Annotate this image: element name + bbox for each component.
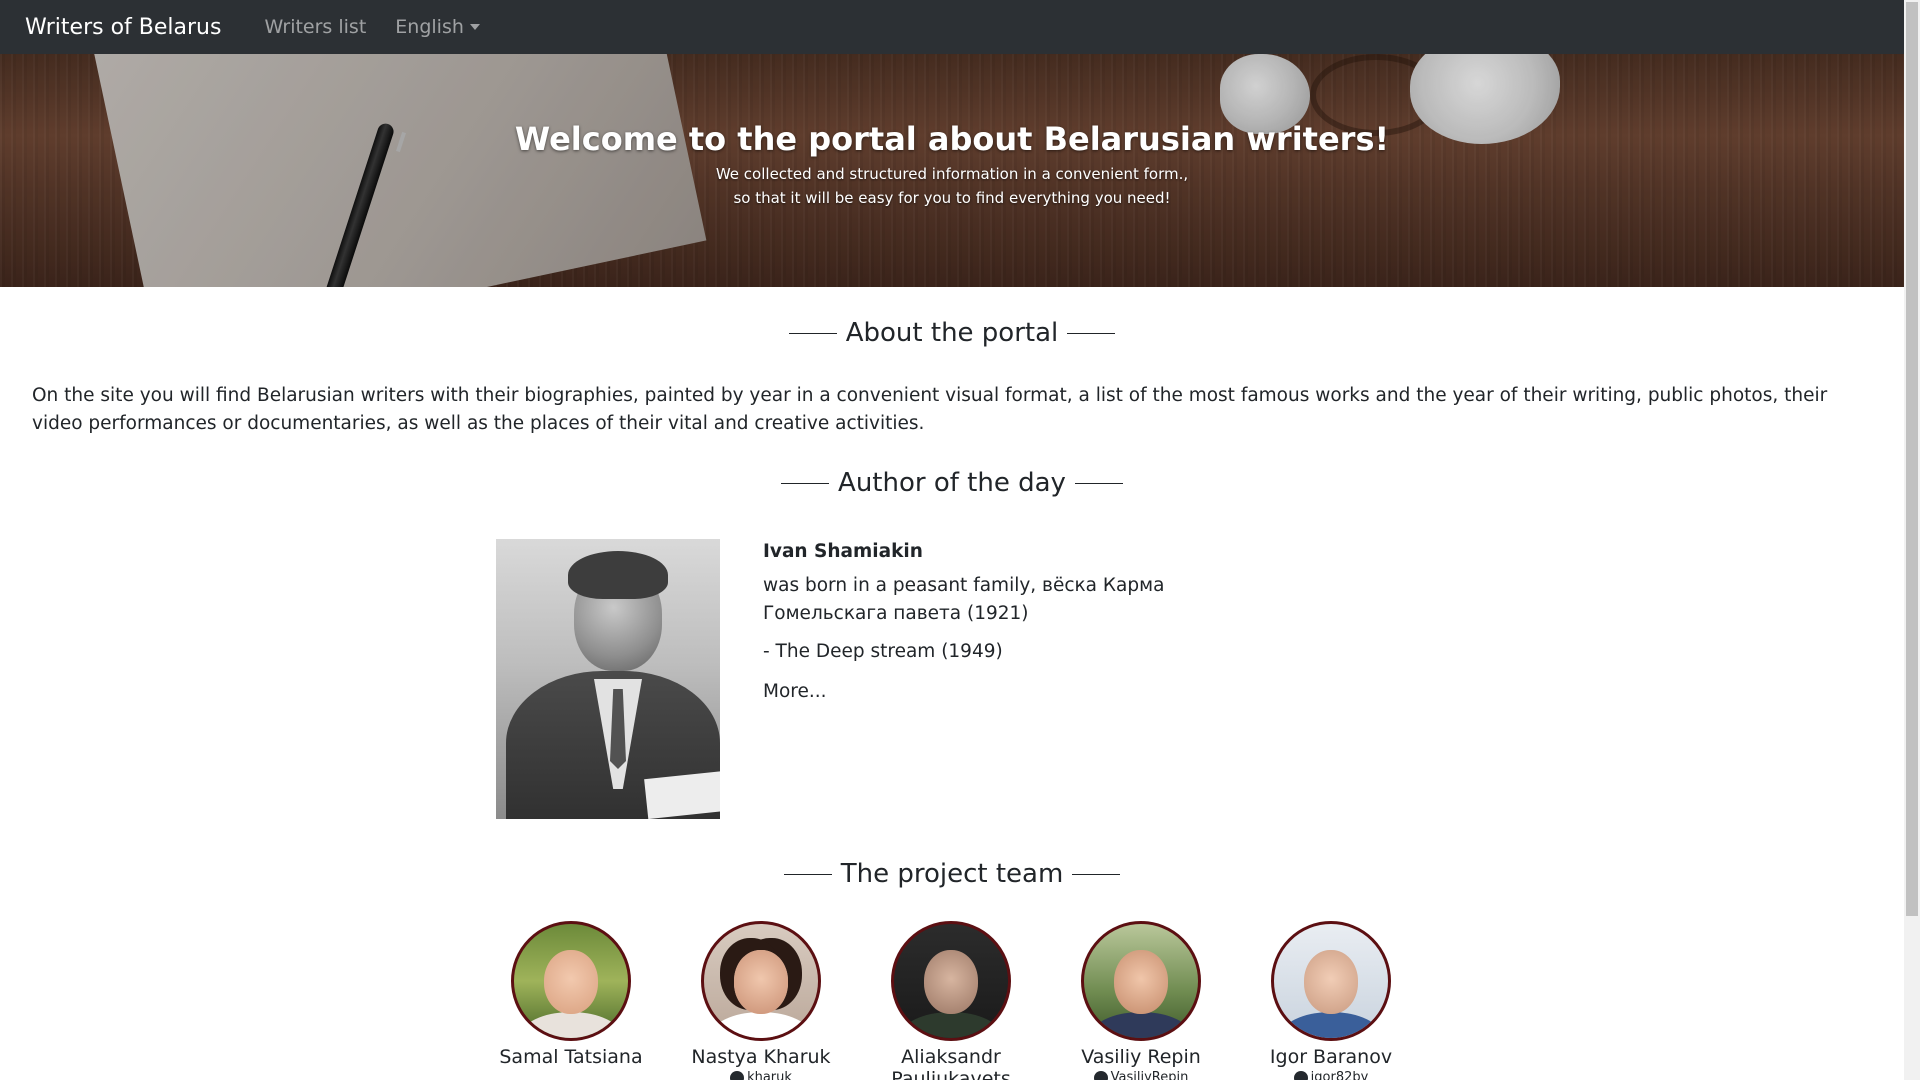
- hero-title: Welcome to the portal about Belarusian w…: [514, 120, 1390, 158]
- team-member: Aliaksandr Pauliukavets: [866, 921, 1036, 1080]
- team-member: Samal Tatsiana: [486, 921, 656, 1068]
- navbar: Writers of Belarus Writers list English: [0, 0, 1904, 54]
- member-name: Aliaksandr Pauliukavets: [891, 1046, 1011, 1080]
- github-username: igor82by: [1310, 1070, 1369, 1080]
- github-username: VasiliyRepin: [1110, 1070, 1189, 1080]
- author-of-day-heading-text: Author of the day: [838, 468, 1066, 498]
- github-icon: [730, 1070, 745, 1080]
- about-heading: About the portal: [0, 318, 1904, 348]
- avatar-face: [734, 950, 788, 1014]
- github-icon: [1093, 1070, 1108, 1080]
- language-dropdown[interactable]: English: [395, 16, 480, 38]
- heading-rule-left: [781, 482, 830, 484]
- hero-subtitle-line1: We collected and structured information …: [715, 165, 1189, 183]
- avatar-face: [1304, 950, 1358, 1014]
- member-name: Vasiliy Repin: [1081, 1046, 1201, 1068]
- team-member: Vasiliy Repin VasiliyRepin: [1056, 921, 1226, 1080]
- scrollbar[interactable]: [1904, 0, 1920, 1080]
- avatar-shoulders: [1280, 1012, 1382, 1038]
- about-text: On the site you will find Belarusian wri…: [32, 385, 1828, 434]
- avatar[interactable]: [1271, 921, 1391, 1041]
- hero-subtitle-line2: so that it will be easy for you to find …: [733, 189, 1171, 207]
- photo-paper: [644, 770, 720, 819]
- avatar[interactable]: [1081, 921, 1201, 1041]
- github-icon: [1293, 1070, 1308, 1080]
- github-link[interactable]: igor82by: [1246, 1070, 1416, 1080]
- photo-hair: [568, 551, 668, 599]
- scrollbar-thumb[interactable]: [1906, 2, 1918, 916]
- team-heading: The project team: [0, 859, 1904, 889]
- author-name: Ivan Shamiakin: [763, 541, 923, 562]
- avatar[interactable]: [891, 921, 1011, 1041]
- avatar-face: [544, 950, 598, 1014]
- team-heading-text: The project team: [840, 859, 1064, 889]
- author-more-link[interactable]: More...: [763, 680, 1183, 704]
- heading-rule-right: [1072, 873, 1121, 875]
- hero-banner: Welcome to the portal about Belarusian w…: [0, 54, 1904, 287]
- nav-writers-list[interactable]: Writers list: [264, 16, 366, 38]
- heading-rule-right: [1067, 332, 1116, 334]
- avatar-shoulders: [1090, 1012, 1192, 1038]
- heading-rule-left: [788, 332, 837, 334]
- brand-link[interactable]: Writers of Belarus: [25, 15, 221, 40]
- caret-down-icon: [469, 24, 480, 30]
- author-info: Ivan Shamiakin was born in a peasant fam…: [763, 540, 1183, 704]
- member-name: Igor Baranov: [1269, 1046, 1393, 1068]
- author-photo: [496, 539, 720, 819]
- avatar-shoulders: [710, 1012, 812, 1038]
- github-username: kharuk: [747, 1070, 792, 1080]
- heading-rule-left: [783, 873, 832, 875]
- about-heading-text: About the portal: [845, 318, 1059, 348]
- avatar-face: [924, 950, 978, 1014]
- avatar-shoulders: [520, 1012, 622, 1038]
- language-label: English: [395, 16, 464, 38]
- avatar-face: [1114, 950, 1168, 1014]
- team-member: Nastya Kharuk kharuk: [676, 921, 846, 1080]
- heading-rule-right: [1074, 482, 1123, 484]
- avatar[interactable]: [511, 921, 631, 1041]
- author-of-day-heading: Author of the day: [0, 468, 1904, 498]
- team-member: Igor Baranov igor82by: [1246, 921, 1416, 1080]
- member-name: Nastya Kharuk: [691, 1046, 831, 1068]
- page: Writers of Belarus Writers list English …: [0, 0, 1904, 1080]
- author-work: - The Deep stream (1949): [763, 641, 1003, 662]
- avatar-shoulders: [900, 1012, 1002, 1038]
- member-name: Samal Tatsiana: [499, 1046, 643, 1068]
- avatar[interactable]: [701, 921, 821, 1041]
- github-link[interactable]: kharuk: [676, 1070, 846, 1080]
- github-link[interactable]: VasiliyRepin: [1056, 1070, 1226, 1080]
- author-bio: was born in a peasant family, вёска Карм…: [763, 575, 1165, 624]
